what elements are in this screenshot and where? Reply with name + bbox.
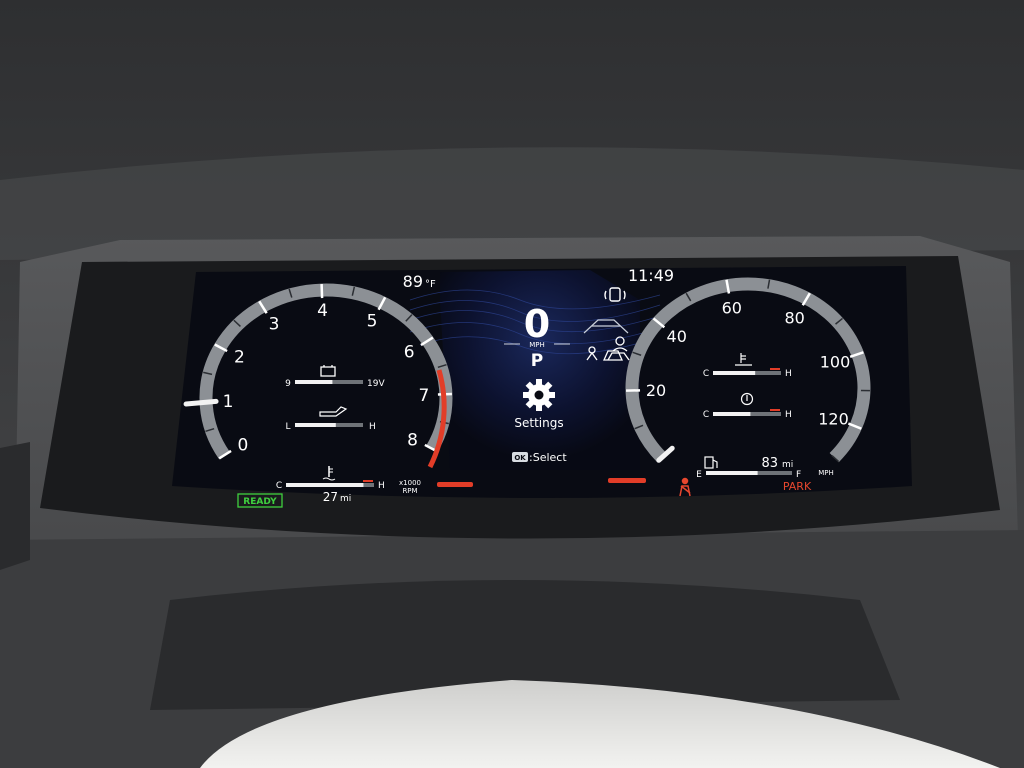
diff-temp-fill xyxy=(713,412,751,416)
speed-tick-label: 100 xyxy=(820,352,851,371)
tach-tick-label: 4 xyxy=(317,301,328,321)
fuel-full-label: F xyxy=(796,470,801,480)
speed-red-bar xyxy=(608,478,646,483)
coolant-fill xyxy=(286,483,364,487)
speed-tick-label: 20 xyxy=(646,381,666,400)
trans-temp-hot-zone xyxy=(770,368,780,370)
rpm-unit-multiplier: x1000 xyxy=(399,479,421,487)
cluster-display xyxy=(40,256,1000,539)
ok-select-text: :Select xyxy=(529,451,567,464)
diff-temp-min-label: C xyxy=(703,410,709,420)
speed-tick-label: 120 xyxy=(818,409,849,428)
fuel-empty-label: E xyxy=(696,470,702,480)
trans-temp-max-label: H xyxy=(785,369,792,379)
fuel-range-value: 83 xyxy=(761,456,778,471)
tach-tick-label: 1 xyxy=(223,392,234,412)
gear-indicator: P xyxy=(531,351,543,371)
trans-temp-fill xyxy=(713,371,756,375)
park-indicator: PARK xyxy=(783,480,812,493)
coolant-max-label: H xyxy=(378,481,385,491)
tach-tick-label: 8 xyxy=(407,430,418,450)
trans-temp-min-label: C xyxy=(703,369,709,379)
oil-min-label: L xyxy=(285,422,290,432)
battery-min-label: 9 xyxy=(285,379,291,389)
tach-tick-label: 2 xyxy=(234,348,245,368)
tach-tick-label: 3 xyxy=(269,314,280,334)
coolant-hot-zone xyxy=(363,480,373,482)
trip-range-value: 27 xyxy=(323,490,338,504)
diff-temp-max-label: H xyxy=(785,410,792,420)
trip-range-unit: mi xyxy=(340,494,351,504)
speed-readout: 0 xyxy=(524,302,550,346)
coolant-min-label: C xyxy=(276,481,282,491)
gear-icon xyxy=(523,379,555,411)
fuel-fill xyxy=(706,471,758,475)
battery-max-label: 19V xyxy=(367,379,385,389)
speed-tick-label: 60 xyxy=(722,298,742,317)
oil-fill xyxy=(295,423,336,427)
speed-unit: MPH xyxy=(529,341,545,349)
fuel-range-unit: mi xyxy=(782,460,793,470)
ready-label: READY xyxy=(243,497,277,507)
speed-dial-unit: MPH xyxy=(818,469,834,477)
rpm-unit-label: RPM xyxy=(402,487,417,495)
oil-max-label: H xyxy=(369,422,376,432)
battery-fill xyxy=(295,380,333,384)
clock: 11:49 xyxy=(628,266,674,285)
tach-tick-label: 7 xyxy=(419,386,430,406)
speed-tick-label: 80 xyxy=(784,308,804,327)
diff-temp-hot-zone xyxy=(770,409,780,411)
outside-temp-value: 89 xyxy=(403,272,423,291)
instrument-cluster-photo: 0 1 2 3 4 5 6 7 8 x1000 RPM 9 19V L H C H READY … xyxy=(0,0,1024,768)
tachometer-needle xyxy=(183,398,219,407)
speed-tick-label: 40 xyxy=(667,327,687,346)
tach-red-bar xyxy=(437,482,473,487)
tach-tick-label: 5 xyxy=(367,311,378,331)
tach-tick-label: 0 xyxy=(237,436,248,456)
settings-menu-title: Settings xyxy=(514,416,563,430)
outside-temp-unit: °F xyxy=(425,279,436,290)
ok-key-label: OK xyxy=(514,454,526,462)
tach-tick-label: 6 xyxy=(404,342,415,362)
